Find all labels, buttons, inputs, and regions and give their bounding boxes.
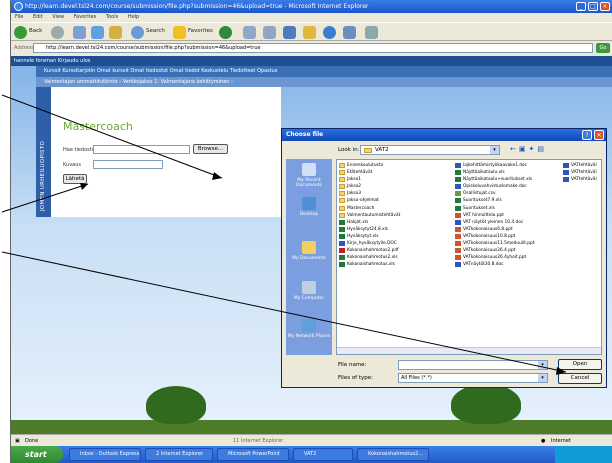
arrowhead <box>556 367 566 375</box>
arrow-line <box>1 251 567 373</box>
arrow-line <box>1 183 89 213</box>
arrowhead <box>80 183 88 190</box>
arrow-line <box>1 94 223 179</box>
annotation-arrows <box>1 94 567 375</box>
arrowhead <box>212 172 222 180</box>
